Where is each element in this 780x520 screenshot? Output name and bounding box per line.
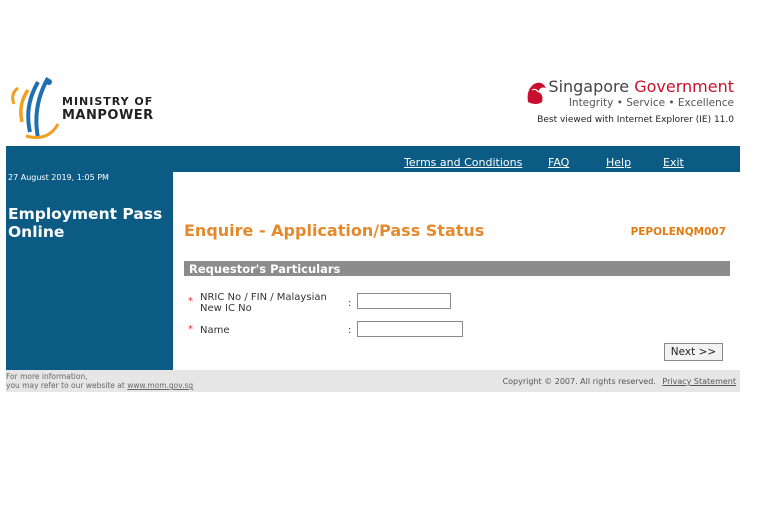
next-button[interactable]: Next >> <box>664 343 723 361</box>
website-link[interactable]: www.mom.gov.sg <box>127 381 193 390</box>
page-title: Enquire - Application/Pass Status <box>184 221 485 240</box>
name-label: Name <box>200 325 230 336</box>
section-title: Requestor's Particulars <box>189 262 341 276</box>
privacy-statement-link[interactable]: Privacy Statement <box>662 377 736 386</box>
nric-input[interactable] <box>357 293 451 309</box>
copyright-text: Copyright © 2007. All rights reserved. <box>502 377 656 386</box>
ministry-name: MINISTRY OF MANPOWER <box>62 95 154 123</box>
footer-info-line1: For more information, <box>6 372 88 381</box>
ministry-line2: MANPOWER <box>62 108 154 123</box>
sg-title-singapore: Singapore <box>548 77 630 96</box>
page-code: PEPOLENQM007 <box>630 226 726 238</box>
current-datetime: 27 August 2019, 1:05 PM <box>8 173 109 182</box>
nric-colon: : <box>348 298 352 309</box>
sidebar <box>6 172 173 370</box>
nric-label: NRIC No / FIN / Malaysian New IC No <box>200 292 327 314</box>
nav-exit-link[interactable]: Exit <box>663 156 684 169</box>
singapore-lion-icon <box>527 82 546 104</box>
footer-info-line2: you may refer to our website at www.mom.… <box>6 381 193 390</box>
name-colon: : <box>348 325 352 336</box>
browser-note: Best viewed with Internet Explorer (IE) … <box>537 115 734 125</box>
sg-title: Singapore Government <box>548 78 734 96</box>
footer-info: For more information, you may refer to o… <box>6 372 193 390</box>
sg-tagline: Integrity • Service • Excellence <box>568 97 734 109</box>
nav-help-link[interactable]: Help <box>606 156 631 169</box>
service-title: Employment Pass Online <box>8 205 163 241</box>
required-marker: * <box>188 324 193 335</box>
ministry-line1: MINISTRY OF <box>62 95 154 108</box>
name-input[interactable] <box>357 321 463 337</box>
footer-copyright-block: Copyright © 2007. All rights reserved. P… <box>503 377 736 386</box>
sg-government-block: Singapore Government Integrity • Service… <box>548 78 734 110</box>
sg-title-government: Government <box>634 77 734 96</box>
nav-terms-link[interactable]: Terms and Conditions <box>404 156 522 169</box>
required-marker: * <box>188 296 193 307</box>
footer-info-text: you may refer to our website at <box>6 381 125 390</box>
nav-faq-link[interactable]: FAQ <box>548 156 569 169</box>
